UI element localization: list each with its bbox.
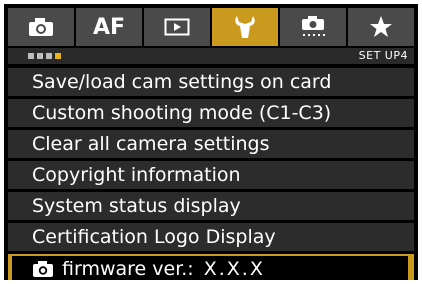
tab-page-indicator-bar: SET UP4 bbox=[8, 48, 414, 64]
wrench-icon bbox=[235, 16, 255, 38]
tab-my-menu[interactable] bbox=[348, 8, 414, 46]
menu-item-label: Clear all camera settings bbox=[32, 133, 270, 155]
menu-item-label: Copyright information bbox=[32, 164, 241, 186]
tab-setup[interactable] bbox=[212, 8, 278, 46]
menu-item-system-status[interactable]: System status display bbox=[8, 192, 414, 220]
tab-custom-functions[interactable] bbox=[280, 8, 346, 46]
menu-item-label: System status display bbox=[32, 195, 241, 217]
tab-af-label: AF bbox=[92, 14, 126, 40]
custom-functions-icon bbox=[302, 16, 325, 36]
menu-item-save-load-settings[interactable]: Save/load cam settings on card bbox=[8, 68, 414, 96]
menu-item-label: Save/load cam settings on card bbox=[32, 71, 332, 93]
menu-list: Save/load cam settings on card Custom sh… bbox=[8, 68, 414, 280]
page-dot-current bbox=[55, 53, 61, 59]
menu-item-certification-logo[interactable]: Certification Logo Display bbox=[8, 223, 414, 251]
star-icon bbox=[370, 16, 392, 37]
page-title: SET UP4 bbox=[358, 49, 408, 62]
page-dots bbox=[28, 53, 64, 59]
camera-icon bbox=[33, 261, 53, 277]
firmware-label: firmware ver.: bbox=[62, 258, 194, 280]
playback-icon bbox=[164, 18, 190, 36]
firmware-version-value: X.X.X bbox=[203, 258, 265, 280]
menu-item-label: Certification Logo Display bbox=[32, 226, 276, 248]
menu-item-copyright[interactable]: Copyright information bbox=[8, 161, 414, 189]
camera-menu-screen: AF SET UP4 Save/load cam settings on car… bbox=[4, 4, 418, 280]
menu-item-label: Custom shooting mode (C1-C3) bbox=[32, 102, 332, 124]
page-dot bbox=[46, 53, 52, 59]
page-dot bbox=[28, 53, 34, 59]
menu-item-clear-settings[interactable]: Clear all camera settings bbox=[8, 130, 414, 158]
page-dot bbox=[37, 53, 43, 59]
camera-icon bbox=[29, 18, 53, 36]
menu-item-firmware[interactable]: firmware ver.: X.X.X bbox=[8, 254, 414, 280]
tab-shooting[interactable] bbox=[8, 8, 74, 46]
tab-playback[interactable] bbox=[144, 8, 210, 46]
menu-tab-bar: AF bbox=[8, 8, 414, 46]
menu-item-custom-shooting-mode[interactable]: Custom shooting mode (C1-C3) bbox=[8, 99, 414, 127]
tab-af[interactable]: AF bbox=[76, 8, 142, 46]
